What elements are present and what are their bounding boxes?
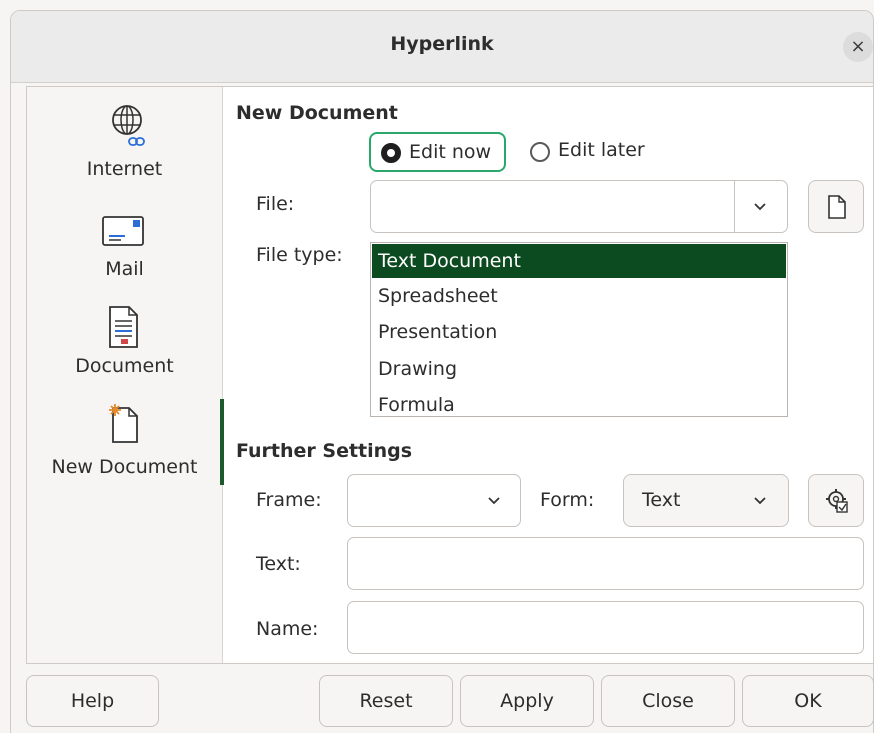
list-item-drawing[interactable]: Drawing	[372, 353, 786, 387]
edit-later-radio[interactable]: Edit later	[528, 134, 668, 170]
list-item-spreadsheet[interactable]: Spreadsheet	[372, 280, 786, 314]
gear-macro-icon	[826, 489, 848, 513]
chevron-down-icon[interactable]	[752, 201, 768, 213]
list-item-label: Drawing	[378, 358, 458, 380]
close-button-label: Close	[642, 690, 694, 712]
close-button[interactable]: Close	[601, 675, 735, 727]
form-label: Form:	[540, 489, 595, 511]
radio-selected-icon	[381, 143, 401, 163]
list-item-label: Presentation	[378, 321, 498, 343]
edit-now-radio[interactable]: Edit now	[369, 132, 506, 172]
select-path-button[interactable]	[808, 180, 864, 233]
list-item-presentation[interactable]: Presentation	[372, 316, 786, 350]
apply-button-label: Apply	[500, 690, 554, 712]
sidebar-item-label: Internet	[86, 158, 163, 180]
form-value: Text	[642, 489, 681, 511]
frame-combobox[interactable]	[347, 474, 521, 527]
sidebar-item-label: Document	[75, 355, 174, 377]
chevron-down-icon	[754, 497, 766, 505]
file-type-label: File type:	[256, 244, 343, 266]
sidebar-item-label: New Document	[51, 456, 198, 478]
sidebar-item-document[interactable]: Document	[27, 303, 222, 393]
list-item-label: Text Document	[378, 250, 521, 272]
chevron-down-icon	[488, 497, 500, 505]
ok-button[interactable]: OK	[742, 675, 874, 727]
document-icon	[109, 306, 138, 348]
active-tab-indicator	[220, 399, 224, 485]
sidebar-divider	[222, 87, 223, 663]
apply-button[interactable]: Apply	[460, 675, 594, 727]
section-heading-new-document: New Document	[236, 102, 398, 124]
events-button[interactable]	[808, 474, 864, 527]
dialog-title: Hyperlink	[390, 33, 494, 55]
edit-later-label: Edit later	[558, 139, 645, 161]
reset-button-label: Reset	[359, 690, 413, 712]
file-label: File:	[256, 193, 295, 215]
sidebar-item-new-document[interactable]: New Document	[27, 400, 222, 486]
text-label: Text:	[256, 553, 301, 575]
reset-button[interactable]: Reset	[319, 675, 453, 727]
help-button-label: Help	[70, 690, 115, 712]
sidebar-item-mail[interactable]: Mail	[27, 210, 222, 290]
frame-label: Frame:	[256, 489, 322, 511]
section-heading-further-settings: Further Settings	[236, 440, 413, 462]
help-button[interactable]: Help	[26, 675, 159, 727]
list-item-formula[interactable]: Formula	[372, 390, 786, 416]
list-item-text-document[interactable]: Text Document	[372, 244, 786, 278]
envelope-icon	[102, 216, 144, 246]
ok-button-label: OK	[794, 690, 822, 712]
list-item-label: Spreadsheet	[378, 285, 498, 307]
sidebar-item-internet[interactable]: Internet	[27, 100, 222, 190]
close-icon: ×	[850, 36, 866, 57]
list-item-label: Formula	[378, 394, 455, 416]
sidebar-item-label: Mail	[105, 258, 144, 280]
text-input[interactable]	[347, 537, 864, 590]
name-label: Name:	[256, 618, 319, 640]
close-window-button[interactable]: ×	[843, 32, 873, 62]
name-input[interactable]	[347, 601, 864, 654]
file-icon	[828, 195, 846, 219]
form-dropdown[interactable]: Text	[623, 474, 789, 527]
edit-now-label: Edit now	[409, 141, 492, 163]
combo-divider	[734, 181, 735, 232]
new-document-icon	[109, 404, 138, 443]
globe-link-icon	[112, 105, 145, 146]
radio-unselected-icon	[530, 142, 550, 162]
file-combobox[interactable]	[370, 180, 788, 233]
